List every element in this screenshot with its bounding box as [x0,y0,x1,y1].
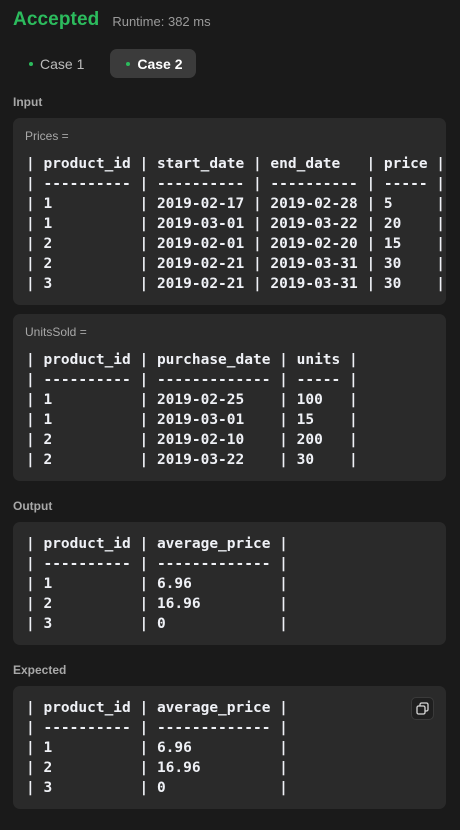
tab-label: Case 2 [137,55,183,72]
tab-case-2[interactable]: Case 2 [110,49,196,78]
copy-button[interactable] [411,697,434,720]
output-table: | product_id | average_price | | -------… [26,536,288,632]
output-label: Output [13,499,53,513]
result-header: Accepted Runtime: 382 ms [13,6,211,34]
expected-card: | product_id | average_price | | -------… [13,686,446,809]
units-sold-table: | product_id | purchase_date | units | |… [26,352,358,468]
units-sold-card: UnitsSold = | product_id | purchase_date… [13,314,446,481]
expected-table: | product_id | average_price | | -------… [26,700,288,796]
tab-case-1[interactable]: Case 1 [13,49,97,78]
prices-label: Prices = [25,129,69,143]
prices-table: | product_id | start_date | end_date | p… [26,156,446,292]
prices-card: Prices = | product_id | start_date | end… [13,118,446,305]
status-accepted: Accepted [13,9,100,30]
units-sold-label: UnitsSold = [25,325,87,339]
case-tabs: Case 1 Case 2 [13,49,196,78]
passed-dot-icon [29,61,33,66]
expected-label: Expected [13,663,67,677]
passed-dot-icon [126,61,131,66]
copy-icon [416,702,429,715]
output-card: | product_id | average_price | | -------… [13,522,446,645]
tab-label: Case 1 [40,55,85,72]
runtime-text: Runtime: 382 ms [112,13,211,29]
input-label: Input [13,95,43,109]
